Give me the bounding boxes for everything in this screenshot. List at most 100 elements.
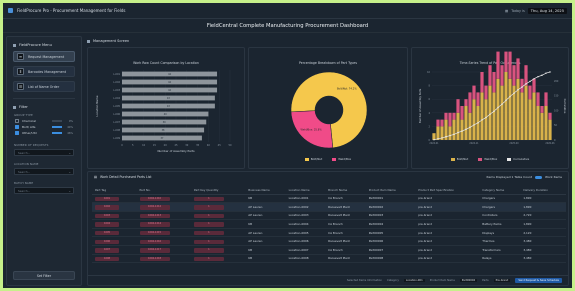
bar-weld-box: [472, 85, 476, 100]
table-cell: CA Branch: [325, 219, 366, 229]
bar-weld-box: [524, 65, 528, 86]
table-cell: AP Lauren: [245, 202, 286, 212]
bar-weld-box: [488, 65, 492, 86]
tag-pill: 1006: [95, 239, 119, 245]
list-icon: ☰: [17, 83, 24, 90]
title-bar: FieldProcure Pro - Procurement Managemen…: [3, 3, 572, 19]
menu-icon: [13, 43, 16, 47]
column-header[interactable]: Part Key Quantity: [190, 186, 246, 195]
table-cell: Part00004: [365, 219, 416, 229]
table-cell: pre-brand: [415, 228, 480, 238]
bar-bolt-nut: [480, 92, 484, 140]
table-row[interactable]: 1002 1004-1212 1 AP Lauren Location-0002 Roos…: [92, 202, 566, 212]
tag-pill: 1: [193, 196, 224, 202]
column-header[interactable]: Product Item Name: [365, 186, 416, 195]
requests-select[interactable]: Search... ⌄: [14, 149, 74, 156]
table-cell: 3,480: [520, 236, 566, 247]
combo-chart: 02468100501001502002024-01 2024-11 2025-09…: [418, 51, 567, 145]
bar-bolt-nut: [484, 99, 488, 140]
bar-weld-box: [476, 92, 480, 106]
table-cell: 1004-1212: [136, 202, 191, 212]
table-row[interactable]: 1007 1004-1217 1 KB Location-0007 CA Branch Pa…: [92, 245, 566, 255]
column-header[interactable]: Product Part Specification: [415, 186, 480, 195]
bar-bolt-nut: [488, 85, 492, 140]
send-request-button[interactable]: Send Request & Save Schedule: [515, 278, 562, 283]
batch-name-select[interactable]: Search... ⌄: [14, 187, 74, 194]
nav-request-management[interactable]: ≡ Request Management: [13, 51, 75, 62]
location-name-select[interactable]: Search... ⌄: [14, 168, 74, 175]
table-cell: 1: [190, 202, 246, 212]
table-row[interactable]: 1006 1004-1216 1 AP Lauren Location-0006 Roos…: [92, 236, 566, 247]
table-row[interactable]: 1003 1004-1213 1 AP Lauren Location-0003 Roos…: [92, 211, 566, 221]
x-tick-label: 2025-09: [509, 142, 519, 145]
tag-pill: 1: [193, 222, 224, 227]
table-row[interactable]: 1004 1004-1214 1 KB Location-0004 CA Branch Pa…: [92, 219, 566, 229]
cumulative-point: [481, 119, 483, 121]
table-cell: Part00007: [365, 245, 416, 255]
table-cell: 1: [190, 194, 246, 204]
table-cell: 1: [190, 254, 246, 264]
table-cell: Relays: [479, 254, 521, 264]
bar-weld-box: [500, 65, 504, 86]
checkbox[interactable]: [15, 125, 19, 129]
tag-pill: 1004-1215: [139, 230, 170, 236]
table-cell: 1004-1213: [136, 211, 191, 221]
cumulative-point: [469, 126, 471, 128]
bar-weld-box: [496, 51, 500, 79]
table-cell: 2,120: [520, 228, 566, 238]
bar-bolt-nut: [500, 85, 504, 140]
column-header[interactable]: Branch Name: [325, 186, 366, 195]
cumulative-point: [537, 76, 539, 78]
bar-weld-box: [480, 72, 484, 93]
tag-pill: 1004-1216: [139, 239, 170, 245]
filter-icon: [13, 105, 16, 109]
cumulative-point: [549, 71, 551, 73]
column-header[interactable]: Part No.: [136, 186, 191, 195]
column-header[interactable]: Delivery Duration: [520, 186, 566, 195]
checkbox[interactable]: [15, 131, 19, 135]
nav-list-of-name-order[interactable]: ☰ List of Name Order: [13, 81, 75, 92]
x-tick-label: 2026-06: [545, 142, 555, 145]
column-header[interactable]: Part Tag: [92, 186, 137, 195]
x-tick-label: 5: [132, 144, 134, 147]
column-header[interactable]: Location Name: [285, 186, 326, 195]
work-items-toggle[interactable]: [535, 175, 543, 179]
batch-name-label: BATCH NAME: [14, 181, 34, 185]
parts-table: Part Tag Part No. Part Key Quantity Busines…: [92, 186, 566, 264]
table-cell: Location-0001: [285, 194, 326, 204]
table-controls: Items Displayed 1 Table Count Work Items: [486, 175, 562, 179]
table-row[interactable]: 1001 1004-1210 1 KB Location-0001 CA Branch Pa…: [92, 194, 566, 204]
bar-weld-box: [540, 106, 544, 113]
column-header[interactable]: Category Name: [479, 186, 521, 195]
tag-pill: 1004-1218: [139, 256, 170, 262]
nav-barcodes-management[interactable]: ⦀ Barcodes Management: [13, 66, 75, 77]
column-header[interactable]: Business Name: [245, 186, 286, 195]
table-cell: pre-brand: [415, 245, 480, 255]
legend-item-cumulative: Cumulative: [507, 157, 529, 161]
table-cell: KB: [245, 194, 286, 204]
table-cell: 3,480: [520, 245, 566, 255]
cumulative-point: [473, 124, 475, 126]
table-cell: 1004-1217: [136, 245, 191, 255]
table-cell: 1,890: [520, 194, 566, 204]
tag-pill: 1004-1214: [139, 222, 170, 227]
table-row[interactable]: 1005 1004-1215 1 AP Lauren Location-0005 CA B…: [92, 228, 566, 238]
bar-chart: 0 5 10 15 20 25 30 35 40 45 50L-001 44L-002 44L-003 4…: [95, 70, 232, 153]
sidebar-header: FieldProcure Menu: [7, 37, 81, 47]
chevron-down-icon: ⌄: [68, 188, 71, 193]
bar-weld-box: [456, 99, 460, 113]
tag-pill: 1: [193, 205, 224, 210]
bar-weld-box: [440, 119, 444, 127]
bar-weld-box: [544, 92, 548, 106]
bar-bolt-nut: [448, 126, 452, 140]
app-title: FieldProcure Pro - Procurement Managemen…: [17, 8, 126, 13]
date-value[interactable]: Thu, Aug 14, 2025: [527, 7, 567, 14]
y2-tick-label: 150: [554, 95, 559, 98]
table-row[interactable]: 1008 1004-1218 1 KB Location-0008 Roosevelt P…: [92, 254, 566, 264]
bar-bolt-nut: [528, 99, 532, 140]
set-filter-button[interactable]: Set Filter: [13, 271, 75, 280]
table-cell: Battery Packs: [479, 219, 521, 229]
table-cell: Chargers: [479, 194, 521, 204]
checkbox[interactable]: [15, 119, 19, 123]
bar-bolt-nut: [504, 72, 508, 140]
